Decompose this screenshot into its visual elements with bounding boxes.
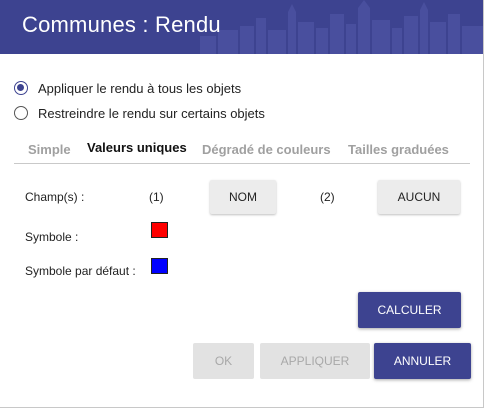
calculate-button[interactable]: CALCULER <box>358 292 461 328</box>
tab-color-gradient[interactable]: Dégradé de couleurs <box>202 142 331 157</box>
radio-unchecked-icon[interactable] <box>14 106 28 120</box>
symbol-label: Symbole : <box>25 230 79 244</box>
field2-index: (2) <box>320 190 335 204</box>
radio-restrict-label: Restreindre le rendu sur certains objets <box>38 105 265 121</box>
default-symbol-label: Symbole par défaut : <box>25 264 136 278</box>
renderer-dialog: Communes : Rendu Appliquer le rendu à to… <box>0 0 484 408</box>
radio-checked-icon[interactable] <box>14 81 28 95</box>
dialog-header: Communes : Rendu <box>0 0 483 54</box>
renderer-tabs: Simple Valeurs uniques Dégradé de couleu… <box>14 138 470 164</box>
tab-graduated-sizes[interactable]: Tailles graduées <box>348 142 449 157</box>
ok-button[interactable]: OK <box>193 343 254 379</box>
field1-index: (1) <box>149 190 164 204</box>
apply-button[interactable]: APPLIQUER <box>260 343 370 379</box>
radio-restrict[interactable]: Restreindre le rendu sur certains objets <box>14 104 265 122</box>
default-symbol-color-swatch[interactable] <box>151 258 168 274</box>
symbol-color-swatch[interactable] <box>151 222 168 238</box>
field1-select-button[interactable]: NOM <box>210 180 276 214</box>
field2-select-button[interactable]: AUCUN <box>378 180 460 214</box>
radio-apply-all-label: Appliquer le rendu à tous les objets <box>38 80 242 96</box>
cancel-button[interactable]: ANNULER <box>374 343 471 379</box>
radio-apply-all[interactable]: Appliquer le rendu à tous les objets <box>14 79 241 97</box>
tab-simple[interactable]: Simple <box>28 142 71 157</box>
dialog-title: Communes : Rendu <box>22 12 221 37</box>
fields-label: Champ(s) : <box>25 190 85 204</box>
tab-unique-values[interactable]: Valeurs uniques <box>87 140 187 155</box>
